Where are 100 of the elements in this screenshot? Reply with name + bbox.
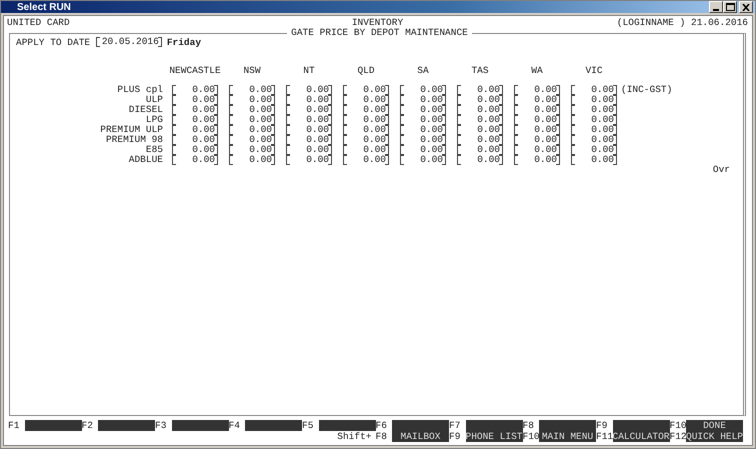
price-field[interactable]: 0.00 (229, 125, 275, 135)
column-header: NEWCASTLE (169, 66, 221, 78)
price-field[interactable]: 0.00 (343, 125, 389, 135)
price-field[interactable]: 0.00 (343, 85, 389, 95)
column-header: WA (531, 66, 543, 78)
function-key-button[interactable] (318, 420, 376, 431)
price-field[interactable]: 0.00 (457, 95, 503, 105)
function-key-button[interactable] (172, 420, 228, 431)
price-field[interactable]: 0.00 (343, 105, 389, 115)
price-field[interactable]: 0.00 (400, 135, 446, 145)
price-field[interactable]: 0.00 (172, 125, 218, 135)
price-field[interactable]: 0.00 (514, 155, 560, 165)
price-field[interactable]: 0.00 (229, 85, 275, 95)
price-field[interactable]: 0.00 (571, 105, 617, 115)
close-button[interactable] (739, 1, 753, 13)
price-field[interactable]: 0.00 (172, 145, 218, 155)
price-field[interactable]: 0.00 (229, 115, 275, 125)
price-field[interactable]: 0.00 (172, 135, 218, 145)
price-field[interactable]: 0.00 (286, 105, 332, 115)
price-field[interactable]: 0.00 (343, 145, 389, 155)
function-key-name: F9 (449, 431, 462, 442)
price-field[interactable]: 0.00 (343, 115, 389, 125)
price-field[interactable]: 0.00 (286, 155, 332, 165)
price-field[interactable]: 0.00 (172, 95, 218, 105)
price-field[interactable]: 0.00 (457, 115, 503, 125)
price-field[interactable]: 0.00 (514, 135, 560, 145)
price-field[interactable]: 0.00 (229, 135, 275, 145)
price-field[interactable]: 0.00 (400, 145, 446, 155)
column-header: NT (303, 66, 315, 78)
function-key-button[interactable]: CALCULATOR (612, 420, 670, 442)
price-field[interactable]: 0.00 (400, 85, 446, 95)
price-field[interactable]: 0.00 (457, 105, 503, 115)
price-field[interactable]: 0.00 (172, 155, 218, 165)
price-field[interactable]: 0.00 (400, 105, 446, 115)
product-label: PLUS cpl (117, 85, 163, 95)
function-key-name: F6 (376, 420, 388, 431)
function-key-button[interactable]: MAIN MENU (539, 420, 596, 442)
function-key-name: F11 (596, 431, 612, 442)
price-field[interactable]: 0.00 (400, 95, 446, 105)
price-field[interactable]: 0.00 (286, 145, 332, 155)
product-label: PREMIUM 98 (106, 135, 163, 145)
function-key-name: F8 (522, 420, 535, 431)
date-field[interactable]: 20.05.2016 (96, 37, 162, 47)
function-key-name: F8 (376, 431, 388, 442)
function-key-button[interactable]: DONE QUICK HELP (686, 420, 743, 442)
apply-date-label: APPLY TO DATE (16, 36, 92, 48)
function-key-button[interactable] (245, 420, 302, 431)
price-field[interactable]: 0.00 (343, 95, 389, 105)
function-key-button[interactable]: MAILBOX (392, 420, 449, 442)
price-field[interactable]: 0.00 (400, 155, 446, 165)
price-field[interactable]: 0.00 (514, 125, 560, 135)
price-field[interactable]: 0.00 (286, 135, 332, 145)
price-field[interactable]: 0.00 (571, 85, 617, 95)
price-field[interactable]: 0.00 (229, 95, 275, 105)
price-field[interactable]: 0.00 (571, 125, 617, 135)
price-field[interactable]: 0.00 (514, 85, 560, 95)
form-title: GATE PRICE BY DEPOT MAINTENANCE (290, 28, 469, 38)
price-field[interactable]: 0.00 (400, 125, 446, 135)
minimize-button[interactable] (709, 1, 723, 13)
price-field[interactable]: 0.00 (514, 145, 560, 155)
price-field[interactable]: 0.00 (457, 145, 503, 155)
price-field[interactable]: 0.00 (514, 115, 560, 125)
price-field[interactable]: 0.00 (571, 135, 617, 145)
function-key-name: F5 (302, 420, 314, 431)
function-key-button[interactable] (24, 420, 82, 431)
price-field[interactable]: 0.00 (286, 115, 332, 125)
price-field[interactable]: 0.00 (172, 115, 218, 125)
product-label: E85 (146, 145, 163, 155)
window-title: Select RUN (17, 2, 71, 12)
price-field[interactable]: 0.00 (172, 105, 218, 115)
price-field[interactable]: 0.00 (571, 145, 617, 155)
maximize-button[interactable] (723, 1, 737, 13)
price-field[interactable]: 0.00 (457, 85, 503, 95)
price-field[interactable]: 0.00 (400, 115, 446, 125)
product-label: LPG (146, 115, 163, 125)
price-field[interactable]: 0.00 (571, 155, 617, 165)
function-key-name: F3 (155, 420, 168, 431)
price-field[interactable]: 0.00 (229, 145, 275, 155)
price-field[interactable]: 0.00 (457, 125, 503, 135)
column-header: TAS (471, 66, 489, 78)
price-field[interactable]: 0.00 (172, 85, 218, 95)
product-label: DIESEL (128, 105, 163, 115)
product-label: ULP (146, 95, 163, 105)
function-key-name: F9 (596, 420, 608, 431)
price-field[interactable]: 0.00 (286, 125, 332, 135)
price-field[interactable]: 0.00 (229, 155, 275, 165)
function-key-name: F4 (228, 420, 241, 431)
price-field[interactable]: 0.00 (571, 115, 617, 125)
price-field[interactable]: 0.00 (514, 105, 560, 115)
price-field[interactable]: 0.00 (457, 155, 503, 165)
function-key-button[interactable]: PHONE LIST (466, 420, 522, 442)
price-field[interactable]: 0.00 (229, 105, 275, 115)
price-field[interactable]: 0.00 (514, 95, 560, 105)
price-field[interactable]: 0.00 (343, 155, 389, 165)
price-field[interactable]: 0.00 (286, 95, 332, 105)
price-field[interactable]: 0.00 (286, 85, 332, 95)
price-field[interactable]: 0.00 (571, 95, 617, 105)
price-field[interactable]: 0.00 (343, 135, 389, 145)
price-field[interactable]: 0.00 (457, 135, 503, 145)
function-key-button[interactable] (98, 420, 155, 431)
